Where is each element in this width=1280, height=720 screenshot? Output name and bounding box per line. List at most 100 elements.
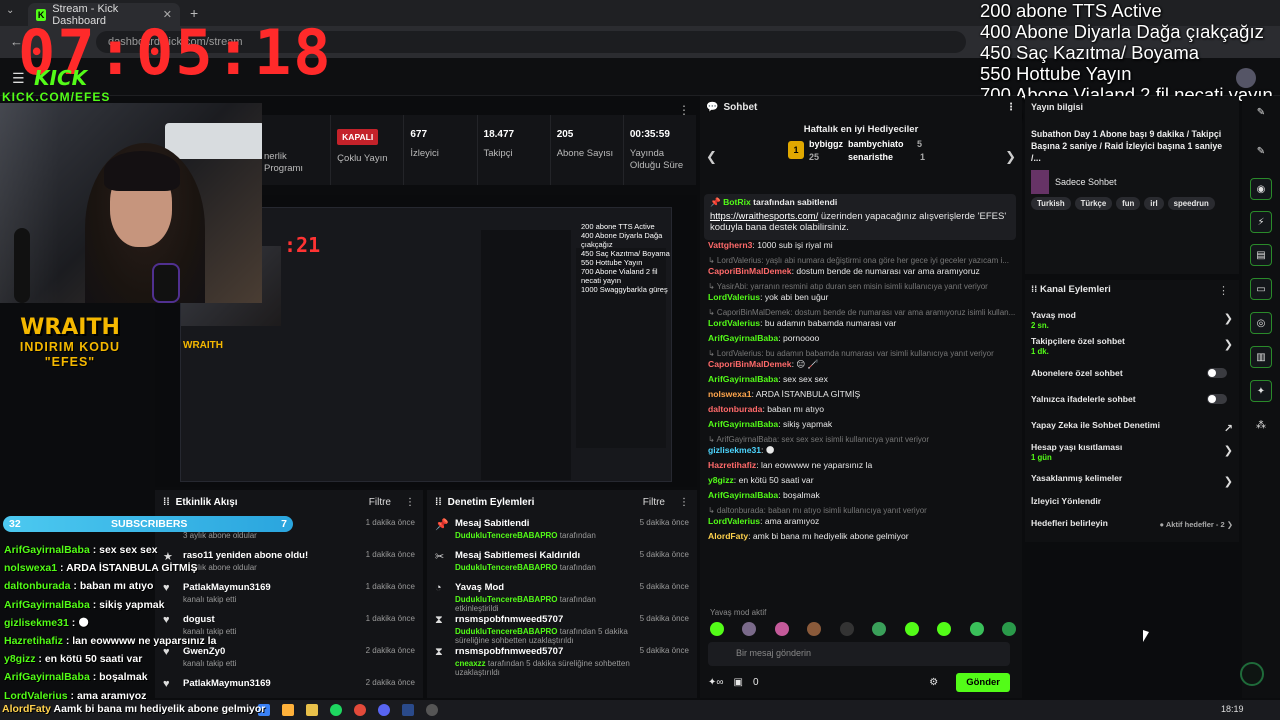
toggle-switch[interactable] (1207, 368, 1227, 378)
chat-message[interactable]: ↳ LordValerius: yaşlı abi numara değişti… (708, 255, 1016, 277)
emote-icon[interactable] (774, 622, 789, 636)
chat-message[interactable]: daltonburada: baban mı atıyo (708, 404, 1016, 415)
chat-username[interactable]: LordValerius (708, 318, 760, 328)
moderation-event[interactable]: ✂ Mesaj Sabitlemesi Kaldırıldı DudukluTenc… (427, 546, 697, 578)
send-message-button[interactable]: Gönder (956, 672, 1010, 692)
emote-icon[interactable] (904, 622, 919, 636)
moderator-name[interactable]: DudukluTencereBABAPRO (455, 595, 558, 604)
channel-action-item[interactable]: Yapay Zeka ile Sohbet Denetimi ↗ (1031, 420, 1233, 435)
layout-icon[interactable]: ▥ (1250, 346, 1272, 368)
chat-message[interactable]: y8gizz: en kötü 50 saati var (708, 475, 1016, 486)
emote-icon[interactable] (742, 622, 757, 636)
chat-username[interactable]: Hazretihafiz (708, 460, 756, 470)
chat-username[interactable]: AlordFaty (708, 531, 748, 541)
chat-message[interactable]: ArifGayirnalBaba: sikiş yapmak (708, 419, 1016, 430)
spotify-icon[interactable] (330, 704, 342, 716)
chat-message[interactable]: ArifGayirnalBaba: boşalmak (708, 490, 1016, 501)
moderation-event[interactable]: ⧗ rnsmspobfnmweed5707 cneaxzz tarafından 5… (427, 642, 697, 677)
chat-username[interactable]: nolswexa1 (708, 389, 751, 399)
emote-icon[interactable] (710, 622, 724, 636)
stat-partner-program[interactable]: nerlik Programı (262, 115, 330, 185)
activity-filter-button[interactable]: Filtre (369, 497, 391, 508)
discord-icon[interactable] (378, 704, 390, 716)
clip-icon[interactable]: ◉ (1250, 178, 1272, 200)
drag-handle-icon[interactable]: ⁞⁞ (435, 497, 442, 508)
moderator-name[interactable]: DudukluTencereBABAPRO (455, 563, 558, 572)
stream-category[interactable]: Sadece Sohbet (1031, 170, 1233, 194)
chat-message[interactable]: ↳ CaporiBinMalDemek: dostum bende de num… (708, 307, 1016, 329)
chat-username[interactable]: gizlisekme31 (708, 445, 761, 455)
chat-menu-icon[interactable]: ⋮ (1006, 102, 1016, 113)
moderator-name[interactable]: DudukluTencereBABAPRO (455, 531, 558, 540)
stream-tag[interactable]: speedrun (1167, 197, 1215, 210)
taskbar-app-icon[interactable] (282, 704, 294, 716)
chat-message[interactable]: Hazretihafiz: lan eowwww ne yaparsınız l… (708, 460, 1016, 471)
stream-tag[interactable]: Türkçe (1074, 197, 1113, 210)
tab-dropdown-icon[interactable]: ⌄ (6, 5, 14, 16)
chat-username[interactable]: LordValerius (708, 292, 760, 302)
channel-action-item[interactable]: Hesap yaşı kısıtlaması 1 gün ❯ (1031, 442, 1233, 462)
chat-message[interactable]: Vattghern3: 1000 sub işi riyal mi (708, 240, 1016, 251)
drag-handle-icon[interactable]: ⁞⁞ (163, 497, 170, 508)
moderation-event[interactable]: 📌 Mesaj Sabitlendi DudukluTencereBABAPRO t… (427, 514, 697, 546)
chat-username[interactable]: ArifGayirnalBaba (708, 333, 778, 343)
stream-tag[interactable]: Turkish (1031, 197, 1071, 210)
stats-menu-icon[interactable]: ⋮ (678, 103, 690, 117)
chat-username[interactable]: daltonburada (708, 404, 762, 414)
support-chat-button[interactable] (1240, 662, 1264, 686)
chat-username[interactable]: ArifGayirnalBaba (708, 490, 778, 500)
chat-settings-gear-icon[interactable]: ⚙ (929, 677, 938, 688)
activity-menu-icon[interactable]: ⋮ (405, 497, 415, 508)
moderation-event[interactable]: ⧗ rnsmspobfnmweed5707 DudukluTencereBABAPR… (427, 610, 697, 645)
pencil-icon[interactable]: ✎ (1250, 101, 1272, 123)
chat-username[interactable]: ArifGayirnalBaba (708, 419, 778, 429)
emote-icon[interactable] (839, 622, 854, 636)
channel-actions-menu-icon[interactable]: ⋮ (1218, 284, 1229, 297)
chrome-icon[interactable] (354, 704, 366, 716)
obs-icon[interactable] (426, 704, 438, 716)
chat-message[interactable]: ArifGayirnalBaba: sex sex sex (708, 374, 1016, 385)
toggle-switch[interactable] (1207, 394, 1227, 404)
stream-tag[interactable]: fun (1116, 197, 1141, 210)
connections-icon[interactable]: ⁂ (1250, 414, 1272, 436)
folder-icon[interactable] (306, 704, 318, 716)
chat-message[interactable]: ↳ YasirAbi: yarranın resmini atıp duran … (708, 281, 1016, 303)
channel-action-item[interactable]: İzleyici Yönlendir (1031, 496, 1233, 506)
chat-message[interactable]: ↳ daltonburada: baban mı atıyo isimli ku… (708, 505, 1016, 527)
chevron-right-icon[interactable]: ❯ (1005, 149, 1016, 165)
notes-icon[interactable]: ▤ (1250, 244, 1272, 266)
chat-username[interactable]: LordValerius (708, 516, 760, 526)
moderation-filter-button[interactable]: Filtre (643, 497, 665, 508)
channel-action-item[interactable]: Yasaklanmış kelimeler ❯ (1031, 473, 1233, 488)
chat-message[interactable]: ↳ ArifGayirnalBaba: sex sex sex isimli k… (708, 434, 1016, 456)
chat-message[interactable]: nolswexa1: ARDA İSTANBULA GİTMİŞ (708, 389, 1016, 400)
chat-username[interactable]: CaporiBinMalDemek (708, 266, 792, 276)
moderator-name[interactable]: DudukluTencereBABAPRO (455, 627, 558, 636)
lightning-icon[interactable]: ⚡ (1250, 211, 1272, 233)
chat-message[interactable]: ArifGayirnalBaba: pornoooo (708, 333, 1016, 344)
chevron-left-icon[interactable]: ❮ (706, 149, 717, 165)
emote-icon[interactable] (937, 622, 952, 636)
stream-tag[interactable]: irl (1144, 197, 1164, 210)
chat-icon[interactable]: ▭ (1250, 278, 1272, 300)
channel-action-item[interactable]: Yalnızca ifadelerle sohbet (1031, 394, 1233, 404)
broadcast-icon[interactable]: ◎ (1250, 312, 1272, 334)
chat-username[interactable]: y8gizz (708, 475, 734, 485)
edit-icon[interactable]: ✎ (1250, 140, 1272, 162)
channel-action-item[interactable]: Yavaş mod 2 sn. ❯ (1031, 310, 1233, 330)
moderation-event[interactable]: ◔ Yavaş Mod DudukluTencereBABAPRO tarafınd… (427, 578, 697, 613)
moderator-name[interactable]: cneaxzz (455, 659, 486, 668)
chat-message-input[interactable]: Bir mesaj gönderin (708, 642, 1010, 666)
moderation-menu-icon[interactable]: ⋮ (679, 497, 689, 508)
chat-username[interactable]: Vattghern3 (708, 240, 752, 250)
pinned-link[interactable]: https://wraithesports.com/ (710, 211, 818, 222)
channel-action-item[interactable]: Hedefleri belirleyin ● Aktif hedefler - 2… (1031, 518, 1233, 529)
chat-username[interactable]: CaporiBinMalDemek (708, 359, 792, 369)
emote-icon[interactable] (807, 622, 822, 636)
channel-action-item[interactable]: Takipçilere özel sohbet 1 dk. ❯ (1031, 336, 1233, 356)
stat-multistream[interactable]: KAPALI Çoklu Yayın (330, 115, 403, 185)
emote-icon[interactable] (969, 622, 984, 636)
channel-points-icon[interactable]: ✦∞ (708, 677, 724, 688)
chat-message[interactable]: AlordFaty: amk bi bana mı hediyelik abon… (708, 531, 1016, 542)
pinned-by-user[interactable]: BotRix (723, 197, 751, 207)
